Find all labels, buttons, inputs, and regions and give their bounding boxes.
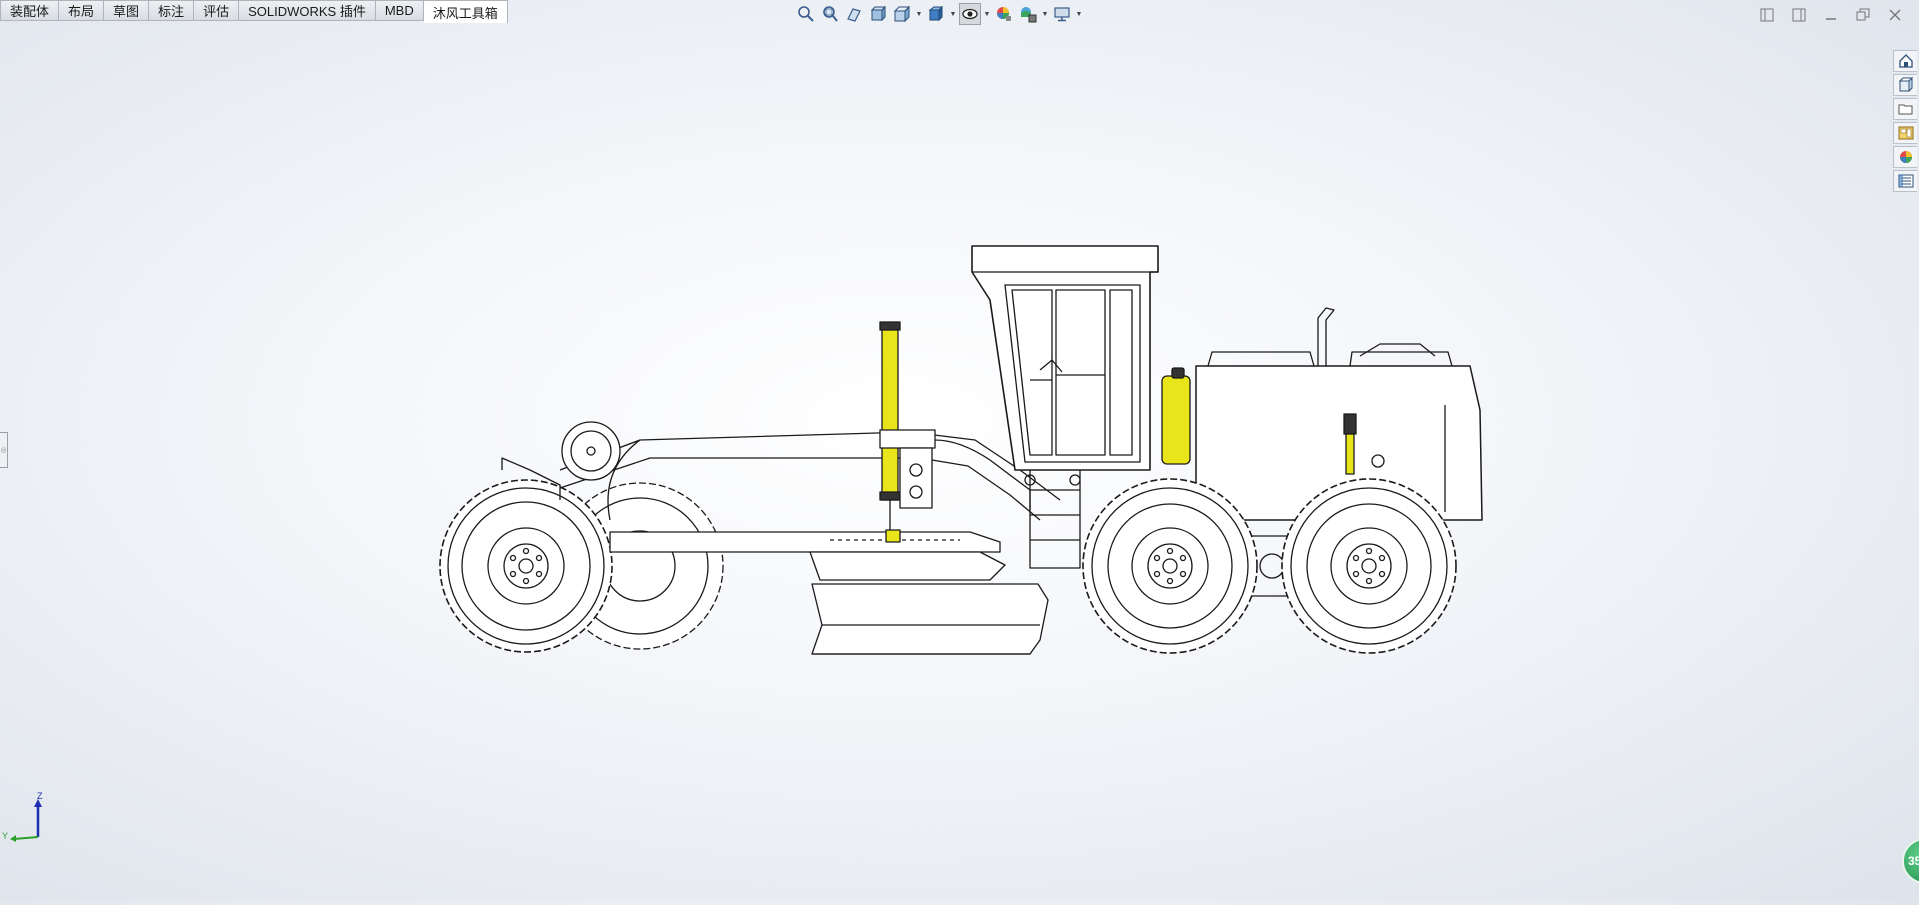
tab-markup[interactable]: 标注 xyxy=(149,0,195,21)
tab-evaluate[interactable]: 评估 xyxy=(194,0,240,21)
display-style-icon[interactable] xyxy=(925,3,947,25)
view-settings-icon[interactable] xyxy=(1051,3,1073,25)
chevron-down-icon[interactable]: ▼ xyxy=(1075,11,1083,18)
zoom-to-fit-icon[interactable] xyxy=(795,3,817,25)
zoom-to-area-icon[interactable] xyxy=(819,3,841,25)
minimize-icon[interactable] xyxy=(1821,6,1841,24)
tab-solidworks-addins[interactable]: SOLIDWORKS 插件 xyxy=(239,0,376,21)
chevron-down-icon[interactable]: ▼ xyxy=(915,11,923,18)
heads-up-view-toolbar: ▼ ▼ ▼ ▼ ▼ xyxy=(795,3,1083,25)
edit-appearance-icon[interactable] xyxy=(993,3,1015,25)
hide-show-items-icon[interactable] xyxy=(959,3,981,25)
tab-assembly[interactable]: 装配体 xyxy=(0,0,60,21)
front-tire xyxy=(439,479,613,653)
section-view-icon[interactable] xyxy=(867,3,889,25)
close-icon[interactable] xyxy=(1885,6,1905,24)
tab-mbd[interactable]: MBD xyxy=(375,0,424,21)
view-orientation-icon[interactable] xyxy=(891,3,913,25)
tab-layout[interactable]: 布局 xyxy=(59,0,105,21)
graphics-viewport[interactable] xyxy=(0,24,1919,900)
task-pane-tabs xyxy=(1893,50,1919,192)
appearances-scenes-icon[interactable] xyxy=(1893,146,1917,168)
design-library-icon[interactable] xyxy=(1893,74,1917,96)
tab-mufeng-toolbox[interactable]: 沐风工具箱 xyxy=(423,0,508,23)
chevron-down-icon[interactable]: ▼ xyxy=(983,11,991,18)
rear-tire-2 xyxy=(1281,478,1457,654)
tile-left-icon[interactable] xyxy=(1757,6,1777,24)
rear-tire-1 xyxy=(1082,478,1258,654)
triad-z-label: Z xyxy=(37,791,43,801)
reference-triad: Z Y xyxy=(2,791,46,848)
command-manager-tabs: 装配体 布局 草图 标注 评估 SOLIDWORKS 插件 MBD 沐风工具箱 xyxy=(0,0,508,24)
solidworks-resources-icon[interactable] xyxy=(1893,50,1917,72)
tab-sketch[interactable]: 草图 xyxy=(104,0,150,21)
apply-scene-icon[interactable] xyxy=(1017,3,1039,25)
tile-right-icon[interactable] xyxy=(1789,6,1809,24)
motor-grader-model[interactable] xyxy=(0,24,1919,900)
previous-view-icon[interactable] xyxy=(843,3,865,25)
custom-properties-icon[interactable] xyxy=(1893,170,1917,192)
restore-icon[interactable] xyxy=(1853,6,1873,24)
view-palette-icon[interactable] xyxy=(1893,122,1917,144)
triad-y-label: Y xyxy=(2,831,9,841)
chevron-down-icon[interactable]: ▼ xyxy=(949,11,957,18)
window-controls xyxy=(1757,6,1905,24)
chevron-down-icon[interactable]: ▼ xyxy=(1041,11,1049,18)
file-explorer-icon[interactable] xyxy=(1893,98,1917,120)
